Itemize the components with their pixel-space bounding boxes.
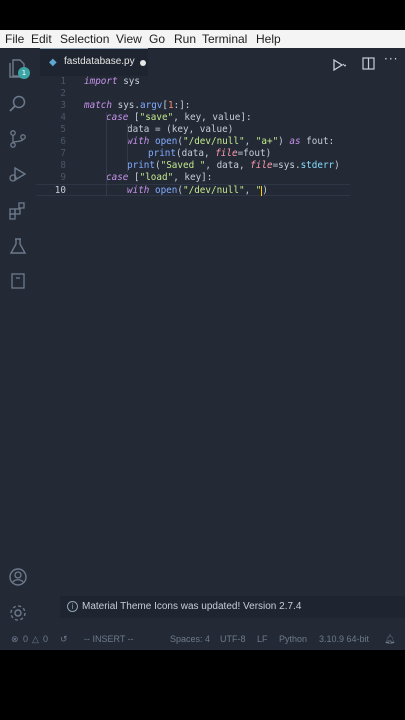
menu-help[interactable]: Help (256, 32, 281, 46)
settings-gear-icon[interactable] (8, 603, 28, 623)
extensions-icon[interactable] (8, 201, 28, 221)
remote-explorer-icon[interactable] (8, 271, 28, 291)
eol-setting[interactable]: LF (257, 634, 268, 644)
menu-edit[interactable]: Edit (31, 32, 52, 46)
menu-terminal[interactable]: Terminal (202, 32, 247, 46)
search-icon[interactable] (8, 94, 28, 114)
line-number: 8 (60, 160, 66, 171)
indentation-setting[interactable]: Spaces: 4 (170, 634, 210, 644)
code-line-7[interactable]: print(data, file=fout) (148, 148, 271, 160)
line-number: 2 (60, 88, 66, 99)
menu-selection[interactable]: Selection (60, 32, 109, 46)
code-line-10[interactable]: with open("/dev/null", ") (127, 185, 268, 197)
warning-icon[interactable]: △ (32, 634, 39, 645)
unsaved-dot-icon[interactable] (140, 60, 146, 66)
notification-toast[interactable]: i Material Theme Icons was updated! Vers… (60, 596, 405, 618)
split-editor-icon[interactable] (362, 55, 375, 74)
line-number: 5 (60, 124, 66, 135)
line-number: 10 (54, 185, 66, 196)
menu-view[interactable]: View (116, 32, 142, 46)
encoding-setting[interactable]: UTF-8 (220, 634, 246, 644)
notification-message: Material Theme Icons was updated! Versio… (82, 601, 302, 612)
code-line-8[interactable]: print("Saved ", data, file=sys.stderr) (127, 160, 340, 172)
explorer-badge: 1 (18, 67, 30, 79)
tab-fastdatabase[interactable]: ◆ fastdatabase.py (40, 48, 148, 76)
info-icon: i (67, 601, 78, 612)
history-icon[interactable]: ↺ (60, 634, 68, 645)
code-line-5[interactable]: data = (key, value) (127, 124, 233, 136)
current-line-highlight: 10 with open("/dev/null", ") (36, 184, 350, 196)
indent-guide (106, 112, 107, 196)
line-number: 6 (60, 136, 66, 147)
activity-bar: 1 (0, 48, 36, 628)
menu-bar-background (0, 0, 405, 30)
error-count[interactable]: 0 (23, 634, 28, 644)
code-line-3[interactable]: match sys.argv[1:]: (84, 100, 190, 112)
status-bar: ⊗ 0 △ 0 ↺ -- INSERT -- Spaces: 4 UTF-8 L… (0, 628, 405, 650)
indent-guide (127, 124, 128, 172)
run-python-icon[interactable] (332, 56, 348, 75)
tab-bar: ◆ fastdatabase.py ··· (36, 48, 405, 76)
vim-mode: -- INSERT -- (84, 634, 134, 644)
line-number: 9 (60, 172, 66, 183)
menu-go[interactable]: Go (149, 32, 165, 46)
code-line-9[interactable]: case ["load", key]: (106, 172, 212, 184)
code-line-6[interactable]: with open("/dev/null", "a+") as fout: (127, 136, 334, 148)
run-debug-icon[interactable] (8, 164, 28, 184)
warning-count[interactable]: 0 (43, 634, 48, 644)
notifications-bell-icon[interactable]: 🔔︎ (384, 634, 395, 645)
source-control-icon[interactable] (8, 129, 28, 149)
language-mode[interactable]: Python (279, 634, 307, 644)
line-number: 1 (60, 76, 66, 87)
code-line-4[interactable]: case ["save", key, value]: (106, 112, 252, 124)
more-actions-icon[interactable]: ··· (384, 52, 398, 66)
testing-flask-icon[interactable] (8, 236, 28, 256)
code-line-1[interactable]: import sys (84, 76, 140, 88)
line-number: 7 (60, 148, 66, 159)
python-file-icon: ◆ (49, 57, 57, 68)
menu-run[interactable]: Run (174, 32, 196, 46)
error-icon[interactable]: ⊗ (11, 634, 19, 645)
line-number: 3 (60, 100, 66, 111)
account-icon[interactable] (8, 567, 28, 587)
python-interpreter[interactable]: 3.10.9 64-bit (319, 634, 369, 644)
code-editor[interactable]: 1 import sys 2 3 match sys.argv[1:]: 4 case… (36, 76, 405, 628)
menu-file[interactable]: File (5, 32, 24, 46)
tab-label: fastdatabase.py (64, 56, 135, 67)
line-number: 4 (60, 112, 66, 123)
